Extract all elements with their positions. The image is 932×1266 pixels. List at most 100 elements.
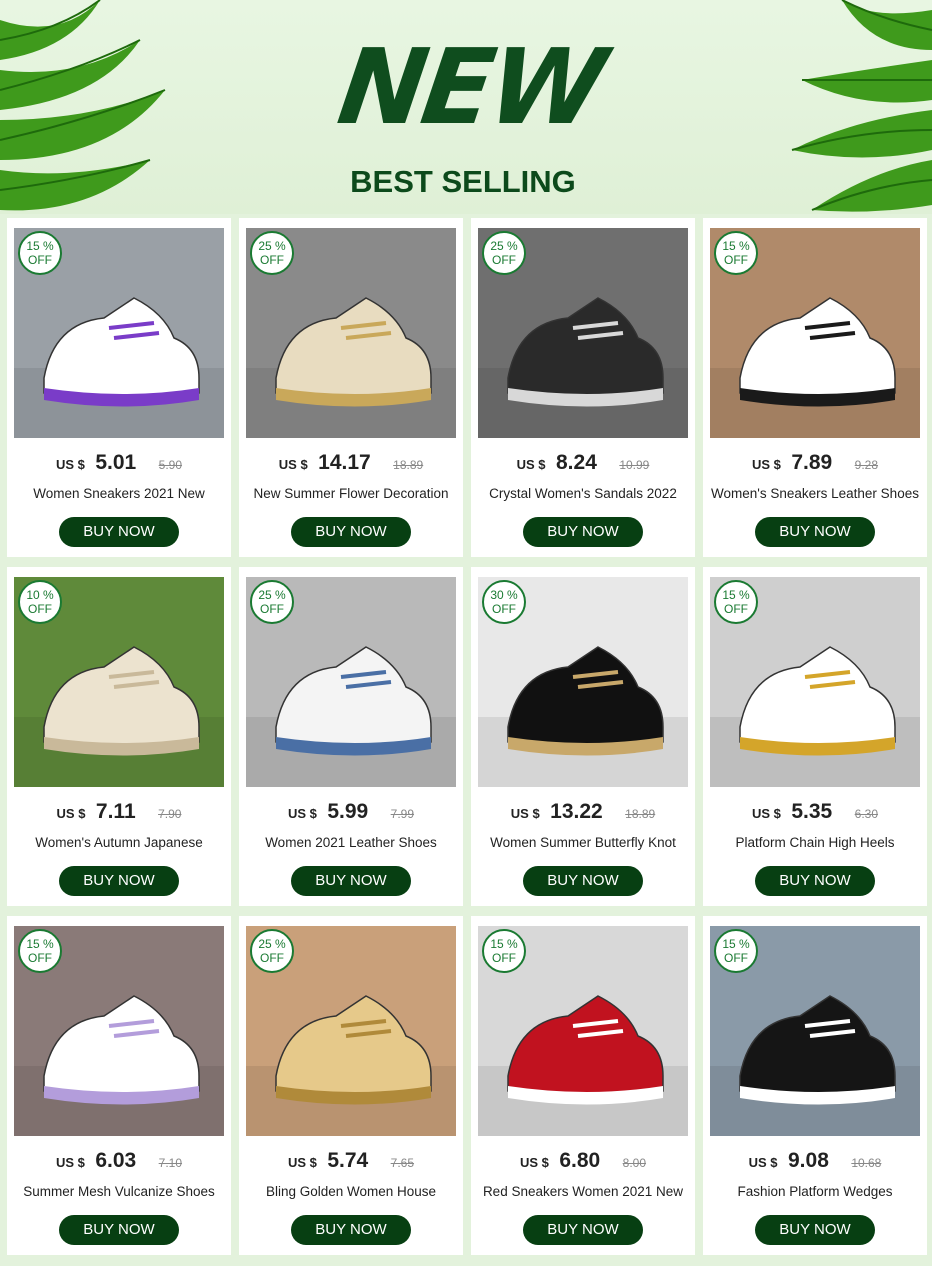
price-row: US $ 5.74 7.65 [239, 1149, 463, 1179]
buy-now-button[interactable]: BUY NOW [755, 866, 875, 896]
currency-label: US $ [287, 806, 317, 821]
product-title[interactable]: Women 2021 Leather Shoes [243, 835, 459, 855]
buy-now-button[interactable]: BUY NOW [523, 1215, 643, 1245]
currency-label: US $ [516, 457, 546, 472]
discount-badge: 25 % OFF [250, 231, 294, 275]
product-grid: 15 % OFF US $ 5.01 5.90 Women Sneakers 2… [7, 218, 927, 1255]
product-title[interactable]: Women Sneakers 2021 New [11, 486, 227, 506]
original-price: 8.00 [622, 1156, 647, 1170]
product-title[interactable]: Bling Golden Women House [243, 1184, 459, 1204]
current-price: 5.99 [327, 800, 369, 823]
currency-label: US $ [510, 806, 540, 821]
original-price: 6.30 [854, 807, 879, 821]
discount-percent: 15 % [722, 239, 750, 253]
product-title[interactable]: Women Summer Butterfly Knot [475, 835, 691, 855]
buy-now-button[interactable]: BUY NOW [291, 1215, 411, 1245]
price-row: US $ 13.22 18.89 [471, 800, 695, 830]
discount-badge: 15 % OFF [18, 929, 62, 973]
buy-now-button[interactable]: BUY NOW [523, 517, 643, 547]
discount-percent: 25 % [258, 588, 286, 602]
original-price: 9.28 [854, 458, 879, 472]
price-row: US $ 6.80 8.00 [471, 1149, 695, 1179]
original-price: 10.68 [851, 1156, 882, 1170]
product-title[interactable]: Fashion Platform Wedges [707, 1184, 923, 1204]
discount-off-label: OFF [492, 602, 516, 616]
buy-now-button[interactable]: BUY NOW [59, 866, 179, 896]
headline-new: NEW [331, 26, 610, 148]
product-card[interactable]: 15 % OFF US $ 7.89 9.28 Women's Sneakers… [703, 218, 927, 557]
product-title[interactable]: Women's Sneakers Leather Shoes [707, 486, 923, 506]
product-title[interactable]: New Summer Flower Decoration [243, 486, 459, 506]
product-card[interactable]: 15 % OFF US $ 9.08 10.68 Fashion Platfor… [703, 916, 927, 1255]
currency-label: US $ [748, 1155, 778, 1170]
product-card[interactable]: 25 % OFF US $ 5.99 7.99 Women 2021 Leath… [239, 567, 463, 906]
current-price: 6.80 [559, 1149, 601, 1172]
product-card[interactable]: 15 % OFF US $ 6.03 7.10 Summer Mesh Vulc… [7, 916, 231, 1255]
product-title[interactable]: Red Sneakers Women 2021 New [475, 1184, 691, 1204]
discount-badge: 10 % OFF [18, 580, 62, 624]
currency-label: US $ [55, 1155, 85, 1170]
product-card[interactable]: 15 % OFF US $ 5.01 5.90 Women Sneakers 2… [7, 218, 231, 557]
current-price: 5.01 [95, 451, 137, 474]
discount-off-label: OFF [28, 951, 52, 965]
current-price: 7.89 [791, 451, 833, 474]
product-title[interactable]: Crystal Women's Sandals 2022 [475, 486, 691, 506]
discount-off-label: OFF [260, 602, 284, 616]
product-title[interactable]: Platform Chain High Heels [707, 835, 923, 855]
buy-now-button[interactable]: BUY NOW [291, 517, 411, 547]
price-row: US $ 8.24 10.99 [471, 451, 695, 481]
headline-best-selling: BEST SELLING [350, 164, 576, 199]
discount-percent: 25 % [490, 239, 518, 253]
promo-header: NEW BEST SELLING [0, 0, 932, 214]
discount-off-label: OFF [260, 253, 284, 267]
currency-label: US $ [287, 1155, 317, 1170]
price-row: US $ 6.03 7.10 [7, 1149, 231, 1179]
discount-badge: 15 % OFF [18, 231, 62, 275]
price-row: US $ 7.11 7.90 [7, 800, 231, 830]
product-card[interactable]: 25 % OFF US $ 5.74 7.65 Bling Golden Wom… [239, 916, 463, 1255]
price-row: US $ 5.99 7.99 [239, 800, 463, 830]
discount-percent: 15 % [26, 937, 54, 951]
currency-label: US $ [55, 457, 85, 472]
original-price: 5.90 [158, 458, 183, 472]
original-price: 7.10 [158, 1156, 183, 1170]
buy-now-button[interactable]: BUY NOW [755, 517, 875, 547]
current-price: 6.03 [95, 1149, 137, 1172]
discount-off-label: OFF [492, 951, 516, 965]
product-card[interactable]: 15 % OFF US $ 6.80 8.00 Red Sneakers Wom… [471, 916, 695, 1255]
discount-percent: 25 % [258, 239, 286, 253]
currency-label: US $ [519, 1155, 549, 1170]
buy-now-button[interactable]: BUY NOW [59, 1215, 179, 1245]
current-price: 7.11 [95, 800, 136, 823]
palm-leaf-right-decoration [791, 0, 932, 212]
discount-percent: 15 % [722, 937, 750, 951]
discount-percent: 30 % [490, 588, 518, 602]
discount-percent: 15 % [26, 239, 54, 253]
product-card[interactable]: 25 % OFF US $ 8.24 10.99 Crystal Women's… [471, 218, 695, 557]
original-price: 7.65 [390, 1156, 415, 1170]
current-price: 14.17 [318, 451, 371, 474]
currency-label: US $ [751, 457, 781, 472]
currency-label: US $ [751, 806, 781, 821]
discount-percent: 10 % [26, 588, 54, 602]
buy-now-button[interactable]: BUY NOW [59, 517, 179, 547]
buy-now-button[interactable]: BUY NOW [755, 1215, 875, 1245]
buy-now-button[interactable]: BUY NOW [291, 866, 411, 896]
product-title[interactable]: Summer Mesh Vulcanize Shoes [11, 1184, 227, 1204]
discount-off-label: OFF [492, 253, 516, 267]
buy-now-button[interactable]: BUY NOW [523, 866, 643, 896]
discount-percent: 15 % [722, 588, 750, 602]
discount-off-label: OFF [28, 253, 52, 267]
product-card[interactable]: 10 % OFF US $ 7.11 7.90 Women's Autumn J… [7, 567, 231, 906]
currency-label: US $ [56, 806, 86, 821]
product-title[interactable]: Women's Autumn Japanese [11, 835, 227, 855]
original-price: 7.90 [158, 807, 182, 821]
product-card[interactable]: 30 % OFF US $ 13.22 18.89 Women Summer B… [471, 567, 695, 906]
palm-leaf-left-decoration [0, 0, 166, 211]
discount-off-label: OFF [260, 951, 284, 965]
current-price: 8.24 [556, 451, 597, 474]
original-price: 10.99 [619, 458, 650, 472]
discount-off-label: OFF [724, 253, 748, 267]
product-card[interactable]: 25 % OFF US $ 14.17 18.89 New Summer Flo… [239, 218, 463, 557]
product-card[interactable]: 15 % OFF US $ 5.35 6.30 Platform Chain H… [703, 567, 927, 906]
